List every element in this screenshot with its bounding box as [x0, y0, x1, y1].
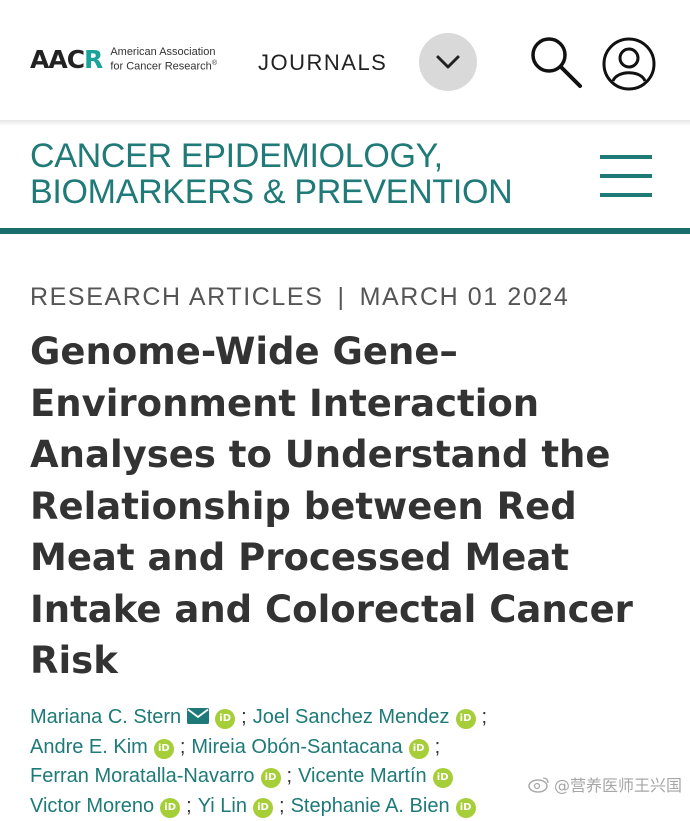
author-item: Joel Sanchez Mendez iD: [253, 706, 476, 729]
author-item: Mireia Obón-Santacana iD: [191, 736, 429, 759]
article-section[interactable]: RESEARCH ARTICLES: [30, 283, 323, 311]
author-separator: ;: [241, 706, 247, 728]
journal-title-line2: BIOMARKERS & PREVENTION: [30, 173, 513, 211]
chevron-down-icon: [436, 55, 460, 69]
author-name[interactable]: Vicente Martín: [298, 765, 427, 787]
logo-text-line1: American Association: [110, 46, 216, 58]
author-item: Ferran Moratalla-Navarro iD: [30, 765, 281, 788]
author-separator: ;: [279, 794, 285, 817]
orcid-icon[interactable]: iD: [432, 768, 453, 788]
meta-separator: |: [337, 283, 346, 311]
author-separator: ;: [481, 706, 488, 728]
logo-mark: AACR: [30, 44, 103, 74]
top-bar: AACR American Association for Cancer Res…: [0, 0, 690, 120]
user-account-icon: [602, 37, 656, 91]
journal-title[interactable]: CANCER EPIDEMIOLOGY, BIOMARKERS & PREVEN…: [30, 137, 513, 211]
author-item: Yi Lin iD: [198, 795, 273, 818]
orcid-icon[interactable]: iD: [455, 709, 476, 729]
search-button[interactable]: [527, 33, 585, 91]
author-name[interactable]: Joel Sanchez Mendez: [253, 706, 450, 728]
author-separator: ;: [286, 765, 293, 787]
orcid-icon[interactable]: iD: [215, 709, 236, 729]
weibo-watermark: @营养医师王兴国: [528, 772, 682, 796]
main-menu-button[interactable]: [600, 155, 652, 197]
author-name[interactable]: Andre E. Kim: [30, 736, 148, 758]
author-name[interactable]: Mireia Obón-Santacana: [191, 736, 402, 758]
hamburger-menu-icon-bar: [600, 193, 652, 197]
logo-registered-mark: ®: [211, 60, 217, 67]
hamburger-menu-icon: [600, 155, 652, 159]
author-name[interactable]: Mariana C. Stern: [30, 706, 181, 728]
journals-menu-label[interactable]: JOURNALS: [258, 50, 387, 76]
logo-text-line2: for Cancer Research: [110, 60, 212, 73]
watermark-text: @营养医师王兴国: [554, 776, 683, 795]
journal-title-line1: CANCER EPIDEMIOLOGY,: [30, 137, 443, 175]
author-item: Andre E. Kim iD: [30, 736, 174, 759]
author-item: Victor Moreno iD: [30, 795, 181, 818]
author-name[interactable]: Stephanie A. Bien: [291, 795, 450, 817]
hamburger-menu-icon-bar: [600, 174, 652, 178]
article-title: Genome-Wide Gene–Environment Interaction…: [30, 330, 633, 682]
weibo-icon: [528, 777, 549, 793]
author-item: Mariana C. Stern iD: [30, 706, 236, 729]
orcid-icon[interactable]: iD: [408, 738, 429, 759]
article-meta: RESEARCH ARTICLES | MARCH 01 2024: [30, 283, 569, 312]
journal-divider: [0, 228, 690, 234]
author-name[interactable]: Victor Moreno: [30, 795, 154, 817]
author-separator: ;: [434, 735, 441, 758]
author-separator: ;: [179, 735, 186, 758]
author-name[interactable]: Ferran Moratalla-Navarro: [30, 765, 255, 787]
author-name[interactable]: Yi Lin: [198, 795, 247, 817]
orcid-icon[interactable]: iD: [260, 768, 281, 788]
author-item: Stephanie A. Bien iD: [291, 795, 476, 818]
logo-wordmark: American Association for Cancer Research…: [110, 46, 217, 73]
orcid-icon[interactable]: iD: [153, 738, 174, 759]
author-item: Vicente Martín iD: [298, 765, 453, 788]
author-separator: ;: [186, 794, 192, 817]
author-list: Mariana C. Stern iD; Joel Sanchez Mendez iD…: [30, 703, 680, 821]
article-date: MARCH 01 2024: [359, 283, 570, 311]
aacr-logo[interactable]: AACR American Association for Cancer Res…: [30, 46, 217, 73]
envelope-icon[interactable]: [187, 708, 210, 724]
journals-expand-button[interactable]: [419, 33, 477, 91]
search-icon: [531, 37, 582, 88]
account-button[interactable]: [601, 36, 657, 92]
